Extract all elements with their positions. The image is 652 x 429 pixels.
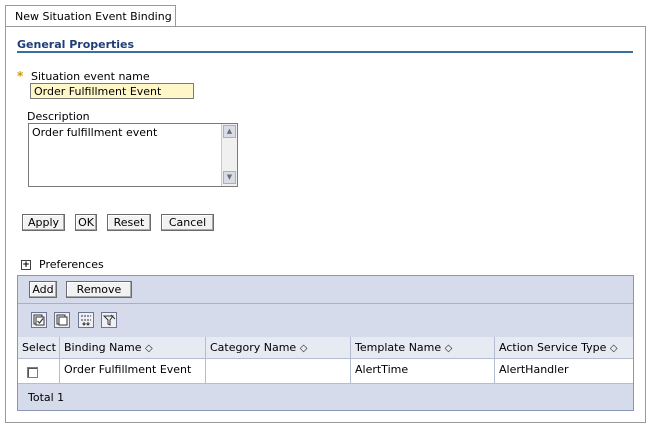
sort-icon[interactable]: ◇	[445, 343, 453, 354]
apply-button[interactable]: Apply	[22, 214, 65, 231]
table-row: Order Fulfillment Event AlertTime AlertH…	[18, 358, 633, 384]
show-filter-icon[interactable]	[78, 312, 94, 328]
column-label: Category Name	[210, 341, 297, 354]
scroll-up-icon[interactable]: ▲	[223, 125, 236, 138]
expand-plus-icon[interactable]: +	[21, 260, 31, 270]
ok-button[interactable]: OK	[75, 214, 97, 231]
section-divider	[17, 51, 633, 53]
scroll-down-icon[interactable]: ▼	[223, 171, 236, 184]
clear-filter-icon[interactable]	[101, 312, 117, 328]
section-title: General Properties	[17, 38, 135, 51]
cancel-button[interactable]: Cancel	[161, 214, 214, 231]
description-label: Description	[27, 110, 90, 123]
situation-event-name-label: Situation event name	[31, 70, 150, 83]
column-template-name[interactable]: Template Name ◇	[351, 337, 495, 358]
row-select-checkbox[interactable]	[27, 367, 38, 378]
column-category-name[interactable]: Category Name ◇	[206, 337, 351, 358]
column-label: Action Service Type	[499, 341, 607, 354]
preferences-link[interactable]: Preferences	[39, 258, 104, 271]
column-label: Template Name	[355, 341, 442, 354]
sort-icon[interactable]: ◇	[300, 343, 308, 354]
description-scrollbar[interactable]: ▲ ▼	[221, 124, 237, 186]
required-marker: *	[17, 69, 24, 83]
add-button[interactable]: Add	[29, 281, 57, 298]
sort-icon[interactable]: ◇	[145, 343, 153, 354]
table-total: Total 1	[18, 385, 633, 410]
table-header: Select Binding Name ◇ Category Name ◇ Te…	[18, 337, 633, 358]
situation-event-name-input[interactable]	[30, 83, 194, 99]
select-cell	[18, 359, 60, 383]
reset-button[interactable]: Reset	[107, 214, 151, 231]
description-textarea[interactable]: Order fulfillment event ▲ ▼	[28, 123, 238, 187]
column-action-service-type[interactable]: Action Service Type ◇	[495, 337, 633, 358]
action-service-type-cell: AlertHandler	[499, 363, 569, 376]
sort-icon[interactable]: ◇	[610, 343, 618, 354]
binding-name-cell: Order Fulfillment Event	[60, 359, 206, 383]
category-name-cell	[206, 359, 351, 383]
template-name-cell: AlertTime	[351, 359, 495, 383]
description-text: Order fulfillment event	[32, 126, 158, 139]
column-label: Binding Name	[64, 341, 142, 354]
select-all-icon[interactable]	[31, 312, 47, 328]
remove-button[interactable]: Remove	[66, 281, 132, 298]
column-binding-name[interactable]: Binding Name ◇	[60, 337, 206, 358]
deselect-all-icon[interactable]	[54, 312, 70, 328]
tab-new-situation-event-binding[interactable]: New Situation Event Binding	[5, 5, 176, 27]
column-select: Select	[18, 337, 60, 358]
